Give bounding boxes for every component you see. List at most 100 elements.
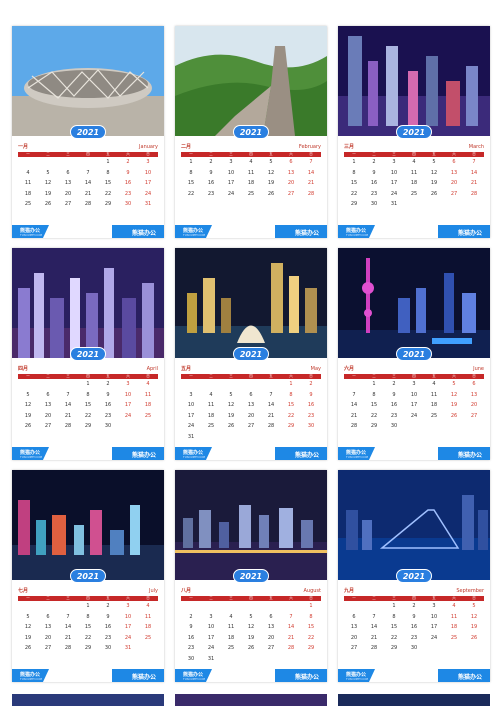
date-number: 29 [287, 423, 295, 429]
date-cell: 29 [281, 423, 301, 435]
date-cell: 26 [424, 191, 444, 203]
date-number: 19 [44, 190, 52, 197]
date-number: 4 [209, 391, 213, 398]
date-cell: 29 [98, 201, 118, 213]
calendar-card-june[interactable]: 2021 六月 June 一二三四五六日 1 2 3 4 5 6 7 8 9 10 11 12 13 14 1… [338, 248, 490, 460]
date-number: 20 [247, 412, 255, 419]
calendar-card-august[interactable]: 2021 八月 August 一二三四五六日 1 2 3 4 5 6 7 8 9 10 11 12 13 1… [175, 470, 327, 682]
calendar-card-january[interactable]: 2021 一月 January 一二三四五六日 1 2 3 4 5 6 7 8 9 10 11 12 13… [12, 26, 164, 238]
weekday-bar: 一二三四五六日 [18, 596, 158, 601]
date-number: 5 [26, 613, 30, 620]
date-number: 31 [124, 645, 132, 651]
date-number: 6 [289, 159, 293, 165]
photo-bridge-night [338, 470, 490, 580]
date-number: 6 [46, 613, 50, 620]
date-number: 5 [26, 391, 30, 398]
date-number: 22 [307, 634, 315, 641]
date-number: 12 [430, 169, 438, 176]
date-number: 9 [392, 391, 396, 398]
weekday-label: 五 [432, 596, 436, 600]
weekday-label: 日 [472, 152, 476, 156]
date-cell: 29 [364, 423, 384, 435]
date-number: 9 [309, 391, 313, 398]
date-number: 7 [309, 159, 313, 165]
calendar-card-september[interactable]: 2021 九月 September 一二三四五六日 1 2 3 4 5 6 7 8 9 10 11 12… [338, 470, 490, 682]
date-cell: 25 [138, 413, 158, 425]
date-number: 22 [370, 412, 378, 419]
date-number: 2 [106, 381, 110, 387]
weekday-label: 三 [392, 596, 396, 600]
date-number: 11 [247, 169, 255, 176]
date-number: 25 [207, 423, 215, 429]
weekday-label: 六 [452, 152, 456, 156]
weekday-label: 日 [472, 374, 476, 378]
date-grid: 1 2 3 4 5 6 7 8 9 10 11 12 13 14 15 16 17 18 19 20 21 22 23 24 2… [181, 159, 321, 221]
date-number: 7 [66, 391, 70, 398]
date-cell: 27 [38, 645, 58, 657]
calendar-card-may[interactable]: 2021 五月 May 一二三四五六日 1 2 3 4 5 6 7 8 9 10 11 12 13 14 15… [175, 248, 327, 460]
date-cell: 24 [118, 413, 138, 425]
date-number: 21 [84, 190, 92, 197]
date-number: 8 [392, 613, 396, 620]
calendar-card-july[interactable]: 2021 七月 July 一二三四五六日 1 2 3 4 5 6 7 8 9 10 11 12 13 14 1… [12, 470, 164, 682]
date-number: 18 [24, 190, 32, 197]
card-footer: 熊猫办公 TUSOUPPT.COM 熊猫办公 [12, 225, 164, 238]
date-number: 12 [24, 624, 32, 630]
date-number: 26 [430, 190, 438, 197]
date-number: 9 [412, 613, 416, 620]
date-number: 2 [209, 159, 213, 165]
date-grid: 1 2 3 4 5 6 7 8 9 10 11 12 13 14 15 16 17 18 19 20 21 22 23 24 2… [181, 603, 321, 665]
date-number: 26 [227, 423, 235, 429]
date-number: 16 [104, 402, 112, 408]
date-number: 6 [352, 613, 356, 620]
footer-sub: TUSOUPPT.COM [20, 233, 42, 237]
date-number: 3 [189, 391, 193, 398]
weekday-label: 三 [229, 152, 233, 156]
weekday-label: 四 [412, 596, 416, 600]
date-number: 28 [64, 423, 72, 429]
date-number: 23 [410, 634, 418, 641]
date-number: 2 [189, 613, 193, 620]
date-number: 12 [470, 613, 478, 620]
date-cell: 28 [58, 423, 78, 435]
card-footer: 熊猫办公 TUSOUPPT.COM 熊猫办公 [12, 447, 164, 460]
date-number: 6 [269, 613, 273, 620]
calendar-card-april[interactable]: 2021 四月 April 一二三四五六日 1 2 3 4 5 6 7 8 9 10 11 12 13 14… [12, 248, 164, 460]
weekday-bar: 一二三四五六日 [344, 374, 484, 379]
calendar-card-february[interactable]: 2021 二月 February 一二三四五六日 1 2 3 4 5 6 7 8 9 10 11 12 1… [175, 26, 327, 238]
date-number: 11 [410, 169, 418, 176]
date-cell: 30 [364, 201, 384, 213]
date-number: 2 [372, 159, 376, 165]
month-cn: 五月 [181, 366, 192, 372]
date-number: 3 [412, 381, 416, 387]
date-number: 20 [287, 180, 295, 186]
weekday-label: 五 [269, 596, 273, 600]
footer-sub: TUSOUPPT.COM [346, 455, 368, 459]
calendar-card-march[interactable]: 2021 三月 March 一二三四五六日 1 2 3 4 5 6 7 8 9 10 11 12 13 14… [338, 26, 490, 238]
date-number: 13 [470, 391, 478, 398]
date-grid: 1 2 3 4 5 6 7 8 9 10 11 12 13 14 15 16 17 18 19 20 21 22 23 24 2… [344, 381, 484, 443]
date-cell: 28 [78, 201, 98, 213]
date-cell: 25 [404, 191, 424, 203]
date-number: 17 [187, 412, 195, 419]
footer-sub: TUSOUPPT.COM [183, 455, 205, 459]
date-number: 26 [470, 634, 478, 641]
date-number: 5 [249, 613, 253, 620]
date-number: 21 [287, 634, 295, 641]
date-cell: 25 [138, 635, 158, 647]
date-number: 13 [350, 624, 358, 630]
year-badge: 2021 [70, 347, 106, 361]
year-badge: 2021 [70, 569, 106, 583]
date-number: 16 [124, 180, 132, 186]
date-cell: 27 [58, 201, 78, 213]
date-number: 9 [106, 613, 110, 620]
weekday-label: 三 [392, 152, 396, 156]
date-cell: 29 [301, 645, 321, 657]
date-number: 28 [287, 645, 295, 651]
date-number: 16 [104, 624, 112, 630]
date-number: 19 [470, 624, 478, 630]
date-number: 14 [64, 624, 72, 630]
date-number: 22 [84, 412, 92, 419]
date-number: 1 [189, 159, 193, 165]
weekday-label: 日 [146, 374, 150, 378]
